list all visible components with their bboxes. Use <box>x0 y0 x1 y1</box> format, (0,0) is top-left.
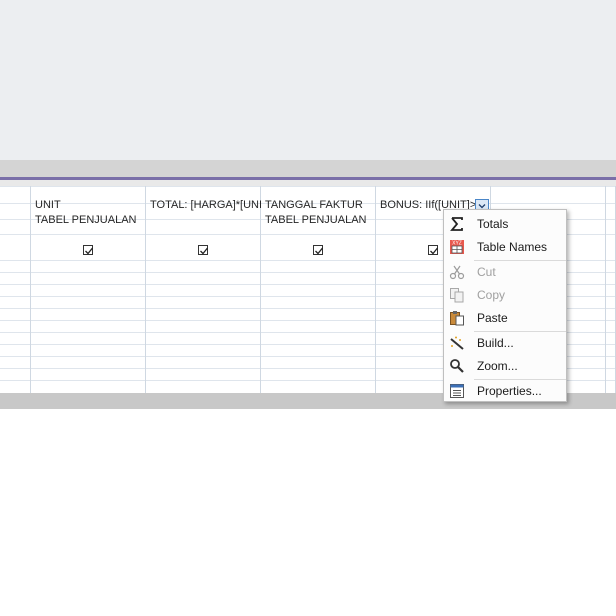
context-menu: Totals XYZ Table Names Cut Copy Paste Bu… <box>443 209 567 402</box>
sigma-icon <box>450 217 463 231</box>
properties-sheet-icon <box>450 384 464 398</box>
field-cell[interactable]: TANGGAL FAKTUR <box>265 199 373 211</box>
menu-item-label: Zoom... <box>477 359 518 373</box>
table-cell[interactable]: TABEL PENJUALAN <box>35 214 143 226</box>
menu-item-label: Totals <box>477 217 509 231</box>
menu-item-table-names[interactable]: XYZ Table Names <box>444 236 566 258</box>
build-wand-icon <box>450 336 464 350</box>
grid-column-tanggal-faktur[interactable]: TANGGAL FAKTUR TABEL PENJUALAN <box>261 186 376 393</box>
menu-item-label: Build... <box>477 336 514 350</box>
menu-item-copy[interactable]: Copy <box>444 284 566 306</box>
grid-column[interactable] <box>606 186 616 393</box>
grid-column-unit[interactable]: UNIT TABEL PENJUALAN <box>31 186 146 393</box>
table-diagram-pane[interactable] <box>0 0 616 160</box>
show-checkbox[interactable] <box>83 245 94 255</box>
menu-item-properties[interactable]: Properties... <box>444 380 566 402</box>
copy-icon <box>450 288 464 303</box>
scissors-icon <box>449 265 465 280</box>
show-checkbox[interactable] <box>198 245 209 255</box>
menu-item-zoom[interactable]: Zoom... <box>444 355 566 377</box>
show-checkbox[interactable] <box>313 245 324 255</box>
table-cell[interactable]: TABEL PENJUALAN <box>265 214 373 226</box>
grid-column-total[interactable]: TOTAL: [HARGA]*[UNIT] <box>146 186 261 393</box>
menu-item-label: Copy <box>477 288 506 302</box>
field-cell[interactable]: UNIT <box>35 199 143 211</box>
field-cell[interactable]: TOTAL: [HARGA]*[UNIT] <box>150 199 261 211</box>
table-names-icon: XYZ <box>450 240 464 254</box>
menu-item-label: Cut <box>477 265 496 279</box>
menu-item-paste[interactable]: Paste <box>444 307 566 329</box>
magnifier-icon <box>450 359 464 373</box>
svg-text:XYZ: XYZ <box>452 241 462 247</box>
pane-border-strip <box>0 160 616 177</box>
menu-item-label: Paste <box>477 311 508 325</box>
menu-item-totals[interactable]: Totals <box>444 213 566 235</box>
menu-item-cut[interactable]: Cut <box>444 261 566 283</box>
menu-item-build[interactable]: Build... <box>444 332 566 354</box>
paste-icon <box>450 311 464 326</box>
menu-item-label: Properties... <box>477 384 542 398</box>
menu-item-label: Table Names <box>477 240 548 254</box>
grid-column[interactable] <box>0 186 31 393</box>
show-checkbox[interactable] <box>428 245 439 255</box>
